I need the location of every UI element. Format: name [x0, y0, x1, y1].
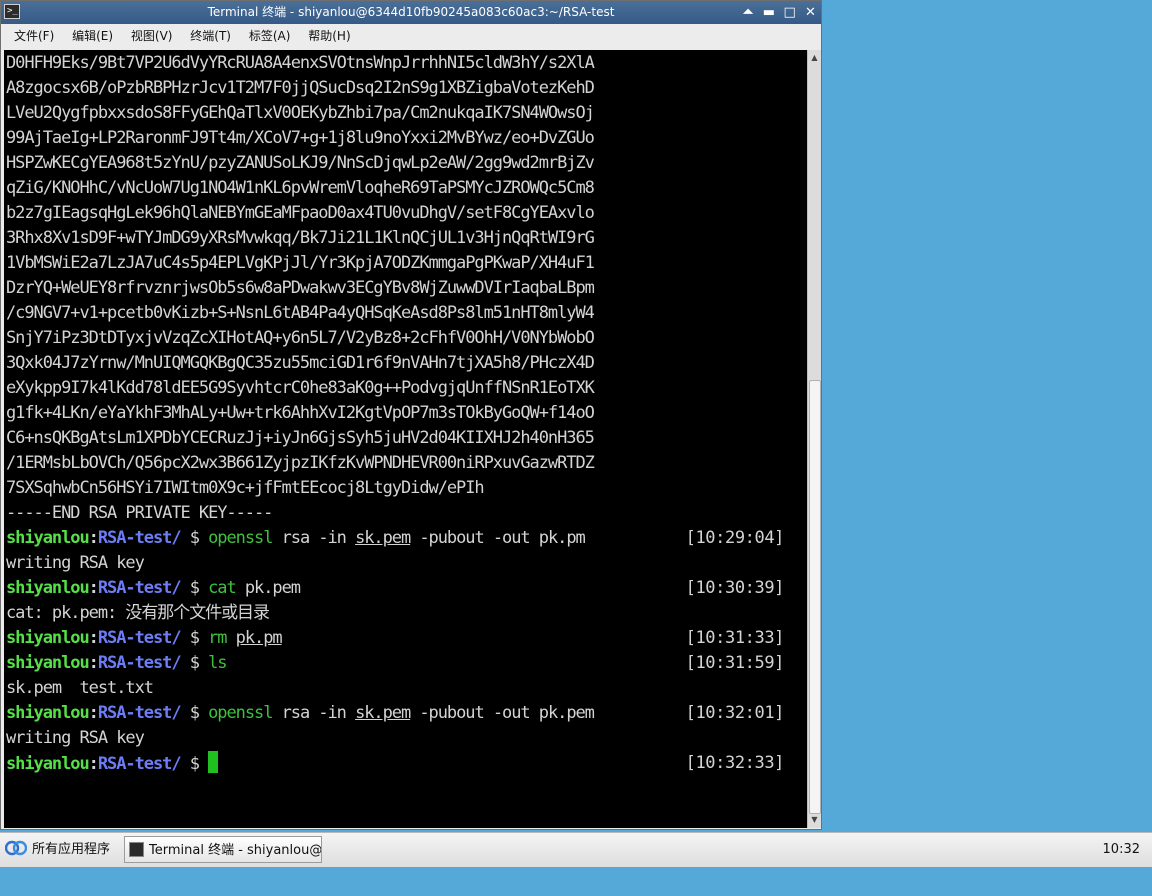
prompt-dir: RSA-test/: [97, 703, 182, 723]
output-line: writing RSA key: [6, 728, 145, 748]
key-line: 99AjTaeIg+LP2RaronmFJ9Tt4m/XCoV7+g+1j8lu…: [6, 128, 595, 148]
apps-logo-icon: [5, 840, 27, 856]
close-button[interactable]: ✕: [802, 1, 819, 24]
menu-bar: 文件(F) 编辑(E) 视图(V) 终端(T) 标签(A) 帮助(H): [1, 24, 821, 49]
timestamp: [10:31:33]: [685, 628, 785, 648]
timestamp: [10:30:39]: [685, 578, 785, 598]
output-line: writing RSA key: [6, 553, 145, 573]
file-arg: sk.pem: [355, 703, 411, 723]
command-line: shiyanlou:RSA-test/ $ [10:32:33]: [6, 751, 785, 774]
prompt-dir: RSA-test/: [97, 628, 182, 648]
clock: 10:32: [1102, 842, 1140, 857]
key-line: 3Qxk04J7zYrnw/MnUIQMGQKBgQC35zu55mciGD1r…: [6, 353, 595, 373]
vertical-scrollbar[interactable]: ▲ ▼: [807, 50, 821, 828]
output-line: sk.pem test.txt: [6, 678, 154, 698]
key-line: A8zgocsx6B/oPzbRBPHzrJcv1T2M7F0jjQSucDsq…: [6, 78, 595, 98]
taskbar-item-label: Terminal 终端 - shiyanlou@···: [149, 843, 322, 858]
key-line: D0HFH9Eks/9Bt7VP2U6dVyYRcRUA8A4enxSVOtns…: [6, 53, 595, 73]
file-arg: pk.pm: [235, 628, 283, 648]
menu-edit[interactable]: 编辑(E): [66, 24, 119, 49]
timestamp: [10:31:59]: [685, 653, 785, 673]
key-line: /1ERMsbLbOVCh/Q56pcX2wx3B661ZyjpzIKfzKvW…: [6, 453, 595, 473]
maximize-button[interactable]: □: [781, 1, 798, 24]
scrollbar-thumb[interactable]: [809, 380, 821, 814]
menu-terminal[interactable]: 终端(T): [184, 24, 237, 49]
key-line: /c9NGV7+v1+pcetb0vKizb+S+NsnL6tAB4Pa4yQH…: [6, 303, 595, 323]
prompt-user: shiyanlou: [6, 703, 90, 723]
prompt-user: shiyanlou: [6, 528, 90, 548]
all-apps-button[interactable]: 所有应用程序: [5, 839, 110, 861]
key-line: g1fk+4LKn/eYaYkhF3MhALy+Uw+trk6AhhXvI2Kg…: [6, 403, 595, 423]
timestamp: [10:29:04]: [685, 528, 785, 548]
all-apps-label: 所有应用程序: [32, 842, 111, 857]
shade-button[interactable]: ⏶: [740, 1, 757, 24]
title-bar[interactable]: >_ Terminal 终端 - shiyanlou@6344d10fb9024…: [1, 1, 821, 24]
key-line: 1VbMSWiE2a7LzJA7uC4s5p4EPLVgKPjJl/Yr3Kpj…: [6, 253, 595, 273]
command-name: cat: [208, 578, 237, 598]
prompt-dir: RSA-test/: [97, 754, 182, 774]
key-line: SnjY7iPz3DtDTyxjvVzqZcXIHotAQ+y6n5L7/V2y…: [6, 328, 595, 348]
window-title: Terminal 终端 - shiyanlou@6344d10fb90245a0…: [207, 5, 615, 19]
prompt-dir: RSA-test/: [97, 528, 182, 548]
terminal-output[interactable]: D0HFH9Eks/9Bt7VP2U6dVyYRcRUA8A4enxSVOtns…: [4, 50, 807, 828]
terminal-icon[interactable]: >_: [4, 4, 20, 19]
timestamp: [10:32:01]: [685, 703, 785, 723]
command-name: openssl: [208, 528, 273, 548]
key-line: -----END RSA PRIVATE KEY-----: [6, 503, 273, 523]
key-line: eXykpp9I7k4lKdd78ldEE5G9SyvhtcrC0he83aK0…: [6, 378, 595, 398]
timestamp: [10:32:33]: [685, 753, 785, 773]
scroll-down-icon[interactable]: ▼: [808, 814, 821, 826]
file-arg: sk.pem: [355, 528, 411, 548]
key-line: HSPZwKECgYEA968t5zYnU/pzyZANUSoLKJ9/NnSc…: [6, 153, 595, 173]
terminal-window: >_ Terminal 终端 - shiyanlou@6344d10fb9024…: [0, 0, 822, 830]
menu-view[interactable]: 视图(V): [125, 24, 179, 49]
key-line: C6+nsQKBgAtsLm1XPDbYCECRuzJj+iyJn6GjsSyh…: [6, 428, 595, 448]
command-name: rm: [208, 628, 227, 648]
command-line: shiyanlou:RSA-test/ $ rm pk.pm [10:31:33]: [6, 626, 796, 651]
command-line: shiyanlou:RSA-test/ $ openssl rsa -in sk…: [6, 701, 796, 726]
minimize-button[interactable]: ▬: [760, 1, 777, 24]
output-line: cat: pk.pem: 没有那个文件或目录: [6, 603, 270, 623]
key-line: qZiG/KNOHhC/vNcUoW7Ug1NO4W1nKL6pvWremVlo…: [6, 178, 595, 198]
key-line: DzrYQ+WeUEY8rfrvznrjwsOb5s6w8aPDwakwv3EC…: [6, 278, 595, 298]
command-line: shiyanlou:RSA-test/ $ ls [10:31:59]: [6, 651, 796, 676]
prompt-user: shiyanlou: [6, 628, 90, 648]
command-line: shiyanlou:RSA-test/ $ cat pk.pem [10:30:3…: [6, 576, 796, 601]
prompt-dir: RSA-test/: [97, 578, 182, 598]
prompt-user: shiyanlou: [6, 578, 90, 598]
window-buttons: ⏶ ▬ □ ✕: [740, 1, 819, 24]
command-name: openssl: [208, 703, 273, 723]
command-name: ls: [208, 653, 227, 673]
key-line: LVeU2QygfpbxxsdoS8FFyGEhQaTlxV0OEKybZhbi…: [6, 103, 595, 123]
command-line: shiyanlou:RSA-test/ $ openssl rsa -in sk…: [6, 526, 796, 551]
scroll-up-icon[interactable]: ▲: [808, 52, 821, 64]
key-line: 7SXSqhwbCn56HSYi7IWItm0X9c+jfFmtEEcocj8L…: [6, 478, 485, 498]
prompt-dir: RSA-test/: [97, 653, 182, 673]
key-line: 3Rhx8Xv1sD9F+wTYJmDG9yXRsMvwkqq/Bk7Ji21L…: [6, 228, 595, 248]
taskbar-item-terminal[interactable]: Terminal 终端 - shiyanlou@···: [124, 836, 322, 863]
menu-help[interactable]: 帮助(H): [302, 24, 356, 49]
menu-file[interactable]: 文件(F): [8, 24, 60, 49]
text-cursor: [208, 751, 219, 773]
key-line: b2z7gIEagsqHgLek96hQlaNEBYmGEaMFpaoD0ax4…: [6, 203, 595, 223]
prompt-user: shiyanlou: [6, 653, 90, 673]
prompt-user: shiyanlou: [6, 754, 90, 774]
taskbar: 所有应用程序 Terminal 终端 - shiyanlou@··· 10:32: [0, 832, 1152, 867]
terminal-icon: [129, 842, 144, 857]
menu-tabs[interactable]: 标签(A): [243, 24, 297, 49]
